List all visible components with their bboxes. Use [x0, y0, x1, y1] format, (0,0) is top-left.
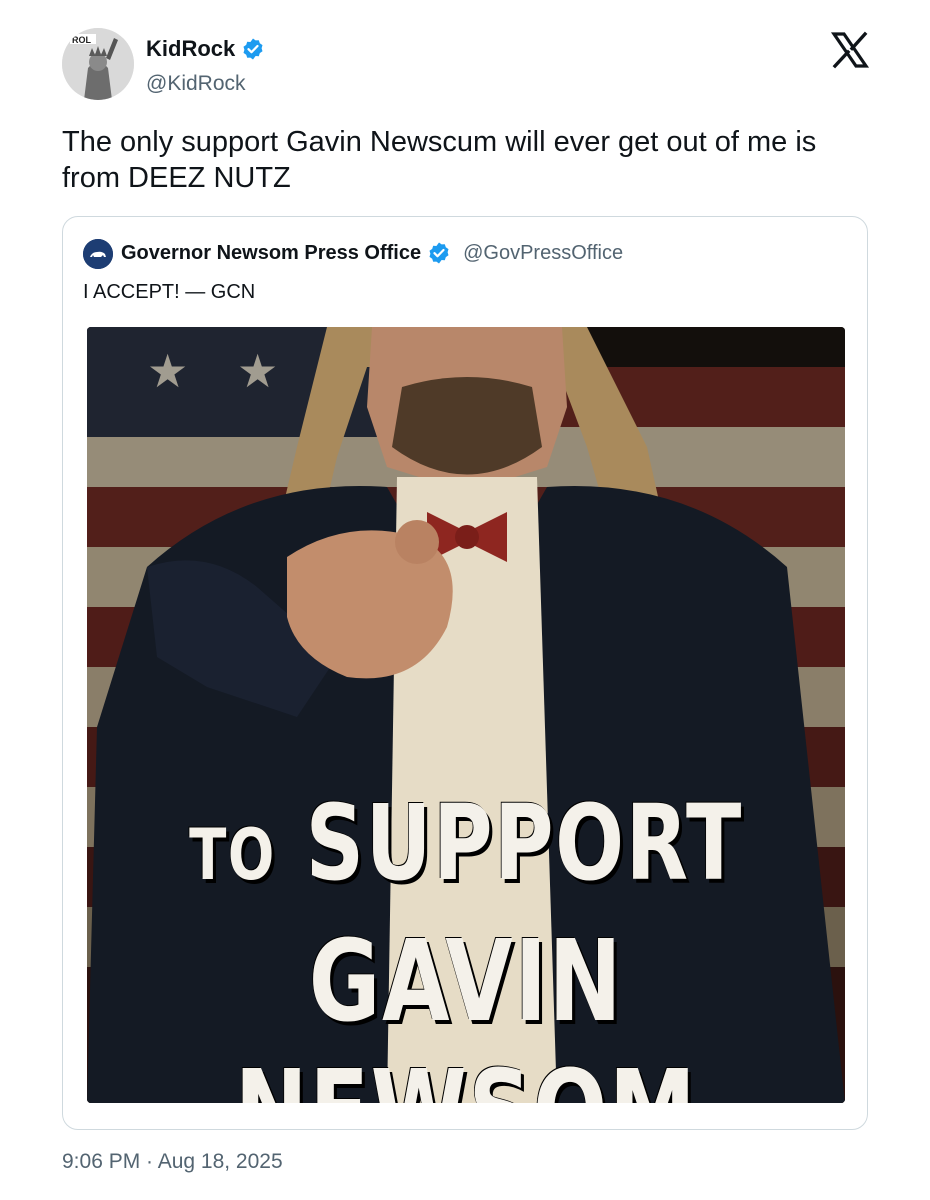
avatar[interactable]: ROL — [62, 28, 134, 100]
quoted-tweet-image[interactable]: ★ ★ TO SUPPORT GAVIN NEWSOM — [87, 327, 845, 1103]
quoted-name-row: Governor Newsom Press Office @GovPressOf… — [121, 241, 623, 265]
author-handle[interactable]: @KidRock — [146, 72, 246, 96]
author-display-name[interactable]: KidRock — [146, 36, 235, 62]
poster-headline-line-1: TO SUPPORT — [170, 782, 761, 904]
quoted-tweet-card[interactable]: Governor Newsom Press Office @GovPressOf… — [62, 216, 868, 1130]
avatar-logo-text: ROL — [72, 35, 92, 45]
quoted-verified-badge-icon — [427, 241, 451, 265]
tweet-timestamp[interactable]: 9:06 PM · Aug 18, 2025 — [62, 1150, 283, 1174]
poster-word-to: TO — [189, 814, 276, 896]
tweet-text: The only support Gavin Newscum will ever… — [62, 126, 817, 194]
quoted-display-name[interactable]: Governor Newsom Press Office — [121, 242, 421, 265]
poster-headline-line-2: GAVIN NEWSOM — [235, 917, 696, 1103]
poster-word-support: SUPPORT — [305, 782, 743, 904]
quoted-handle[interactable]: @GovPressOffice — [463, 242, 623, 265]
x-logo-icon[interactable] — [830, 30, 870, 70]
verified-badge-icon — [241, 37, 265, 61]
statue-of-liberty-avatar-icon: ROL — [62, 28, 134, 100]
author-name-row: KidRock — [146, 36, 265, 62]
quoted-tweet-text: I ACCEPT! — GCN — [83, 281, 256, 303]
california-bear-icon — [83, 239, 113, 269]
